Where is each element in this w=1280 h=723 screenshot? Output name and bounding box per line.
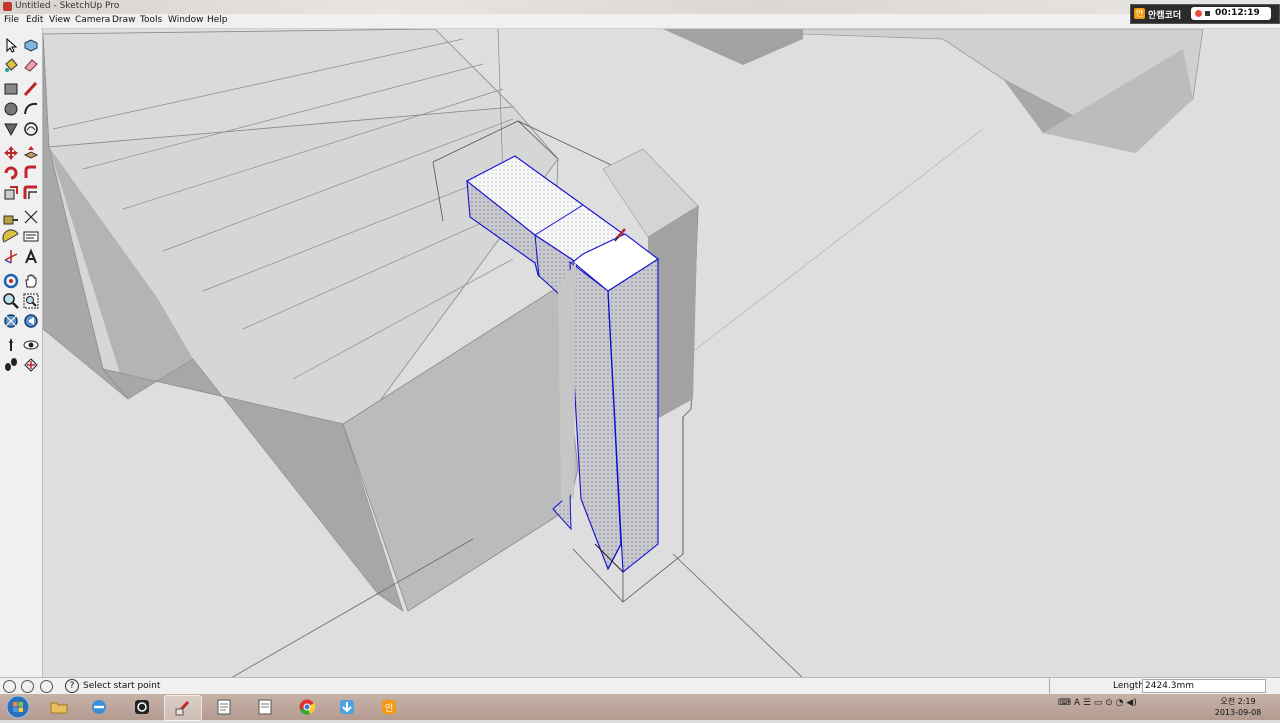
look-around-icon[interactable] bbox=[22, 336, 40, 354]
select-icon[interactable] bbox=[2, 36, 20, 54]
zoom-icon[interactable] bbox=[2, 292, 20, 310]
position-camera-icon[interactable] bbox=[2, 336, 20, 354]
system-tray[interactable]: ⌨ A ☰ ▭ ⊙ ◔ ◀) bbox=[1058, 698, 1137, 708]
dimension-icon[interactable] bbox=[22, 208, 40, 226]
zoom-window-icon[interactable] bbox=[22, 292, 40, 310]
recorder-name: 안캠코더 bbox=[1148, 11, 1182, 21]
menu-tools[interactable]: Tools bbox=[140, 15, 162, 25]
recorder-time: 00:12:19 bbox=[1215, 8, 1260, 18]
menu-camera[interactable]: Camera bbox=[75, 15, 110, 25]
taskbar-document[interactable] bbox=[206, 695, 242, 719]
stop-icon[interactable] bbox=[1205, 11, 1210, 16]
eraser-icon[interactable] bbox=[22, 56, 40, 74]
menu-draw[interactable]: Draw bbox=[112, 15, 136, 25]
pan-icon[interactable] bbox=[22, 272, 40, 290]
axes-icon[interactable] bbox=[2, 248, 20, 266]
measurements-input[interactable]: 2424.3mm bbox=[1142, 679, 1266, 693]
start-button[interactable] bbox=[3, 695, 33, 719]
measurements-label: Length bbox=[1113, 681, 1145, 691]
walk-icon[interactable] bbox=[2, 356, 20, 374]
credits-icon[interactable] bbox=[21, 680, 34, 693]
sketchup-logo-icon bbox=[3, 2, 12, 11]
paint-bucket-icon[interactable] bbox=[2, 56, 20, 74]
record-icon[interactable] bbox=[1195, 10, 1202, 17]
download-icon bbox=[340, 700, 354, 714]
taskbar-recorder-app[interactable] bbox=[124, 695, 160, 719]
chrome-icon bbox=[299, 699, 316, 715]
ancam-icon: 안 bbox=[382, 700, 396, 714]
help-icon[interactable]: ? bbox=[65, 679, 79, 693]
follow-me-icon[interactable] bbox=[22, 164, 40, 182]
title-bar: Untitled - SketchUp Pro bbox=[0, 0, 1280, 14]
document-2-icon bbox=[258, 699, 272, 715]
menu-window[interactable]: Window bbox=[168, 15, 204, 25]
internet-explorer-icon bbox=[92, 700, 106, 714]
user-icon[interactable] bbox=[40, 680, 53, 693]
taskbar-sketchup[interactable] bbox=[164, 695, 202, 721]
menu-edit[interactable]: Edit bbox=[26, 15, 43, 25]
taskbar-ancam[interactable]: 안 bbox=[371, 695, 407, 719]
menu-bar: File Edit View Camera Draw Tools Window … bbox=[0, 14, 1280, 29]
status-hint: Select start point bbox=[83, 681, 161, 691]
3d-text-icon[interactable] bbox=[22, 248, 40, 266]
clock[interactable]: 오전 2:19 2013-09-08 bbox=[1210, 696, 1266, 718]
push-pull-icon[interactable] bbox=[22, 144, 40, 162]
section-plane-icon[interactable] bbox=[22, 356, 40, 374]
recorder-logo-icon: 안 bbox=[1134, 8, 1145, 19]
freehand-icon[interactable] bbox=[22, 120, 40, 138]
window-title: Untitled - SketchUp Pro bbox=[15, 1, 120, 11]
zoom-extents-icon[interactable] bbox=[2, 312, 20, 330]
recorder-widget: 안 안캠코더 00:12:19 bbox=[1130, 4, 1280, 24]
recorder-timer[interactable]: 00:12:19 bbox=[1191, 7, 1271, 20]
text-icon[interactable] bbox=[22, 228, 40, 246]
circle-icon[interactable] bbox=[2, 100, 20, 118]
taskbar-explorer[interactable] bbox=[41, 695, 77, 719]
rotate-icon[interactable] bbox=[2, 164, 20, 182]
menu-file[interactable]: File bbox=[4, 15, 19, 25]
taskbar-document-2[interactable] bbox=[247, 695, 283, 719]
tape-measure-icon[interactable] bbox=[2, 208, 20, 226]
folder-icon bbox=[50, 702, 68, 714]
rectangle-icon[interactable] bbox=[2, 80, 20, 98]
sketchup-icon bbox=[175, 700, 190, 716]
offset-icon[interactable] bbox=[22, 184, 40, 202]
protractor-icon[interactable] bbox=[2, 228, 20, 246]
clock-date: 2013-09-08 bbox=[1214, 708, 1262, 717]
clock-time: 오전 2:19 bbox=[1220, 697, 1256, 706]
line-icon[interactable] bbox=[22, 80, 40, 98]
status-bar: ? Select start point Length 2424.3mm bbox=[0, 677, 1280, 694]
arc-icon[interactable] bbox=[22, 100, 40, 118]
status-divider bbox=[1049, 678, 1050, 694]
polygon-icon[interactable] bbox=[2, 120, 20, 138]
taskbar: 안 ⌨ A ☰ ▭ ⊙ ◔ ◀) 오전 2:19 2013-09-08 bbox=[0, 694, 1280, 721]
model-canvas[interactable] bbox=[43, 29, 1280, 678]
scale-icon[interactable] bbox=[2, 184, 20, 202]
taskbar-chrome[interactable] bbox=[289, 695, 325, 719]
document-icon bbox=[217, 699, 231, 715]
previous-view-icon[interactable] bbox=[22, 312, 40, 330]
recorder-app-icon bbox=[135, 700, 149, 714]
menu-view[interactable]: View bbox=[49, 15, 70, 25]
orbit-icon[interactable] bbox=[2, 272, 20, 290]
taskbar-internet-explorer[interactable] bbox=[81, 695, 117, 719]
svg-text:안: 안 bbox=[385, 703, 393, 714]
taskbar-downloader[interactable] bbox=[329, 695, 365, 719]
menu-help[interactable]: Help bbox=[207, 15, 228, 25]
column-gap bbox=[558, 262, 576, 509]
geo-location-icon[interactable] bbox=[3, 680, 16, 693]
3d-viewport[interactable] bbox=[43, 29, 1280, 678]
component-icon[interactable] bbox=[22, 36, 40, 54]
move-icon[interactable] bbox=[2, 144, 20, 162]
tool-palette bbox=[0, 28, 43, 678]
